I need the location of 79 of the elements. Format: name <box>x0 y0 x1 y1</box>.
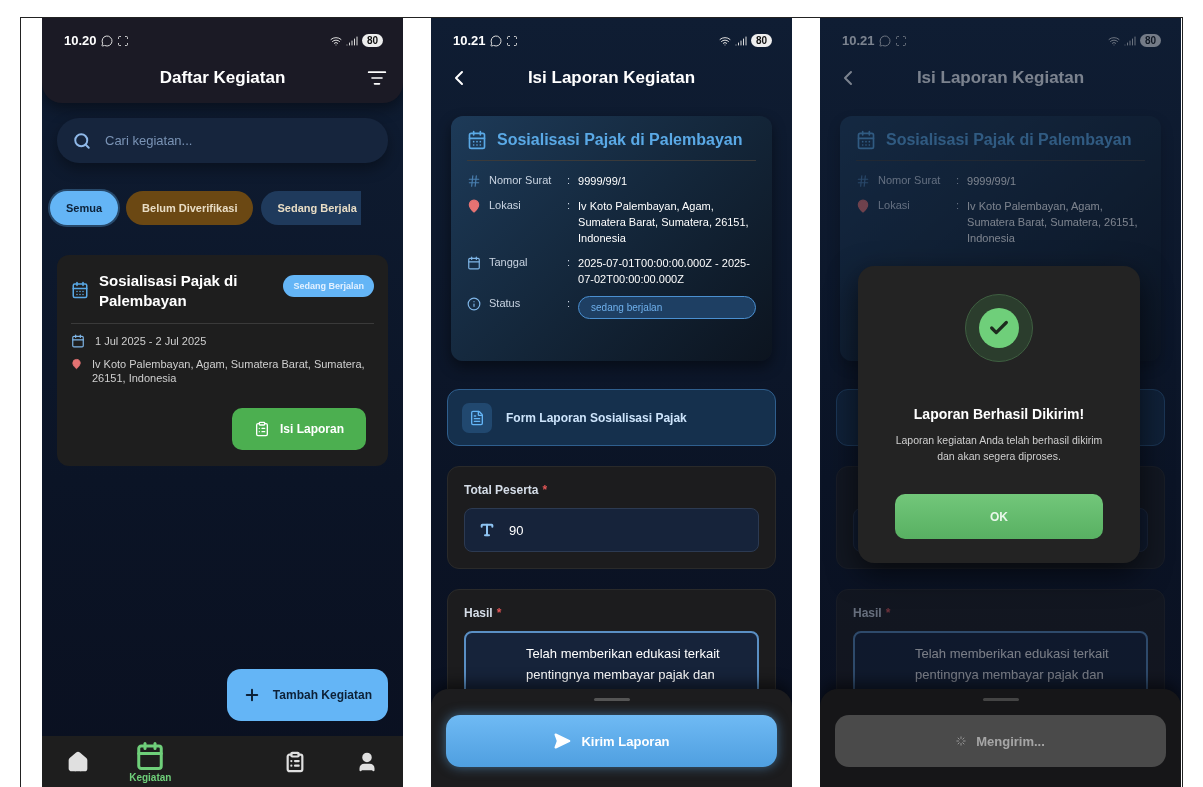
info-value: 9999/99/1 <box>578 174 628 189</box>
dialog-title: Laporan Berhasil Dikirim! <box>913 406 1085 422</box>
scan-icon <box>116 34 129 47</box>
calendar-icon <box>467 256 481 270</box>
status-time: 10.20 <box>64 33 97 48</box>
calendar-icon <box>135 741 166 771</box>
info-label: Nomor Surat <box>878 173 942 188</box>
activity-title: Sosialisasi Pajak di Palembayan <box>497 131 743 149</box>
chat-icon <box>878 34 891 47</box>
calendar-icon <box>71 281 89 299</box>
scan-icon <box>505 34 518 47</box>
info-value: Iv Koto Palembayan, Agam, Sumatera Barat, Sumatera, 26151, Indonesia <box>967 199 1139 246</box>
info-label: Lokasi <box>489 198 522 213</box>
status-time: 10.21 <box>453 33 486 48</box>
battery-indicator: 80 <box>750 34 772 47</box>
filter-chip[interactable]: Sedang Berjala <box>261 191 361 225</box>
text-area[interactable]: Telah memberikan edukasi terkait pentingnya membayar pajak dan <box>464 631 759 689</box>
info-label: Nomor Surat <box>489 173 553 188</box>
add-activity-button[interactable]: Tambah Kegiatan <box>226 669 388 721</box>
nav-item[interactable]: Kegiatan <box>114 741 187 783</box>
home-icon <box>67 751 90 773</box>
calendar-icon <box>856 130 876 150</box>
document-icon <box>462 402 492 433</box>
text-format-icon <box>479 522 495 538</box>
input-field[interactable]: 90 <box>464 508 759 552</box>
calendar-icon <box>71 334 85 348</box>
colon-separator: : <box>567 296 571 311</box>
status-badge: Sedang Berjalan <box>283 275 374 297</box>
chat-icon <box>100 34 113 47</box>
wifi-icon <box>718 34 731 47</box>
search-input[interactable]: Cari kegiatan... <box>105 124 372 157</box>
hash-icon <box>856 174 870 188</box>
search-icon <box>73 131 91 150</box>
field-label: Total Peserta * <box>464 483 549 499</box>
drag-handle <box>593 698 630 701</box>
activity-date: 1 Jul 2025 - 2 Jul 2025 <box>95 334 207 348</box>
filter-chip[interactable]: Semua <box>50 191 119 225</box>
hash-icon <box>467 174 481 188</box>
dialog-message: Laporan kegiatan Anda telah berhasil dikirim dan akan segera diproses. <box>894 433 1104 464</box>
colon-separator: : <box>956 173 960 188</box>
search-field[interactable]: Cari kegiatan... <box>57 118 388 163</box>
activity-title: Sosialisasi Pajak di Palembayan <box>886 131 1132 149</box>
screen-title: Isi Laporan Kegiatan <box>527 68 696 88</box>
wifi-icon <box>329 34 342 47</box>
info-label: Status <box>489 296 522 311</box>
location-pin-icon <box>856 199 870 213</box>
field-label: Hasil * <box>464 606 503 622</box>
colon-separator: : <box>567 173 571 188</box>
chat-icon <box>489 34 502 47</box>
screen-title: Isi Laporan Kegiatan <box>916 68 1085 88</box>
info-value: 9999/99/1 <box>967 174 1017 189</box>
activity-title: Sosialisasi Pajak di Palembayan <box>99 271 239 311</box>
location-pin-icon <box>71 357 82 371</box>
colon-separator: : <box>567 255 571 270</box>
filter-icon <box>367 68 387 88</box>
colon-separator: : <box>956 198 960 213</box>
drag-handle <box>982 698 1019 701</box>
location-pin-icon <box>467 199 481 213</box>
scan-icon <box>894 34 907 47</box>
battery-indicator: 80 <box>361 34 383 47</box>
screen-title: Daftar Kegiatan <box>159 68 286 88</box>
calendar-icon <box>467 130 487 150</box>
activity-location: Iv Koto Palembayan, Agam, Sumatera Barat, Sumatera, 26151, Indonesia <box>91 357 366 385</box>
info-label: Tanggal <box>489 255 529 270</box>
colon-separator: : <box>567 198 571 213</box>
status-time: 10.21 <box>842 33 875 48</box>
filter-chip[interactable]: Belum Diverifikasi <box>126 191 254 225</box>
info-icon <box>467 297 481 311</box>
info-value: 2025-07-01T00:00:00.000Z - 2025-07-02T00:00:00.000Z <box>578 256 751 287</box>
info-label: Lokasi <box>878 198 911 213</box>
wifi-icon <box>1107 34 1120 47</box>
form-title: Form Laporan Sosialisasi Pajak <box>506 410 687 425</box>
spinner-icon <box>956 736 967 746</box>
info-value: Iv Koto Palembayan, Agam, Sumatera Barat, Sumatera, 26151, Indonesia <box>578 199 750 246</box>
clipboard-icon <box>254 421 270 437</box>
battery-indicator: 80 <box>1139 34 1161 47</box>
field-label: Hasil * <box>853 606 892 622</box>
send-icon <box>553 732 572 750</box>
status-pill: sedang berjalan <box>578 296 756 319</box>
